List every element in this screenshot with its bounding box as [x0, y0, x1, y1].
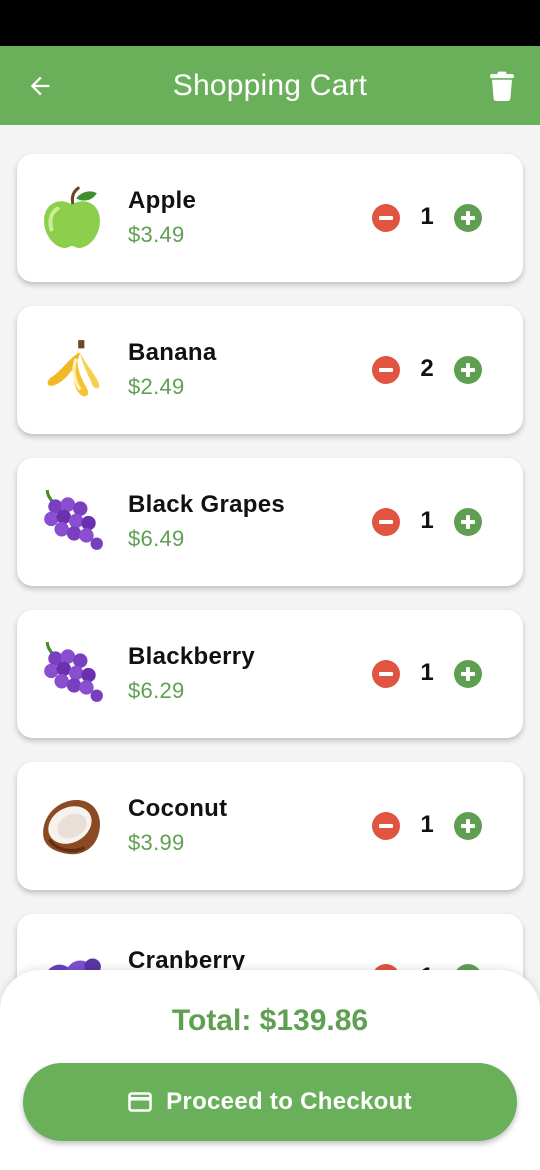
cart-item: Coconut $3.99 1 — [17, 762, 523, 890]
item-name: Blackberry — [128, 643, 256, 670]
item-quantity: 2 — [420, 355, 434, 382]
cart-item: Apple $3.49 1 — [17, 154, 523, 282]
decrement-button[interactable] — [372, 356, 400, 384]
decrement-button[interactable] — [372, 204, 400, 232]
credit-card-icon — [128, 1092, 152, 1112]
increment-button[interactable] — [454, 204, 482, 232]
item-price: $6.49 — [128, 526, 185, 551]
checkout-label: Proceed to Checkout — [166, 1088, 412, 1115]
item-name: Coconut — [128, 795, 228, 822]
item-quantity: 1 — [420, 811, 434, 838]
cart-total: Total: $139.86 — [171, 1004, 369, 1037]
decrement-button[interactable] — [372, 812, 400, 840]
clear-cart-button[interactable] — [482, 66, 522, 106]
status-bar — [0, 0, 540, 46]
increment-button[interactable] — [454, 660, 482, 688]
item-name: Banana — [128, 339, 217, 366]
increment-button[interactable] — [454, 356, 482, 384]
grapes-icon — [44, 641, 103, 702]
decrement-button[interactable] — [372, 660, 400, 688]
item-price: $3.49 — [128, 222, 185, 247]
page-title: Shopping Cart — [172, 68, 368, 102]
item-quantity: 1 — [420, 659, 434, 686]
checkout-button[interactable]: Proceed to Checkout — [23, 1063, 517, 1141]
decrement-button[interactable] — [372, 508, 400, 536]
coconut-icon — [43, 800, 101, 855]
item-name: Black Grapes — [128, 491, 286, 518]
checkout-panel: Total: $139.86 Proceed to Checkout — [0, 970, 540, 1170]
banana-icon — [47, 340, 100, 397]
cart-item: Banana $2.49 2 — [17, 306, 523, 434]
increment-button[interactable] — [454, 812, 482, 840]
item-price: $3.99 — [128, 830, 185, 855]
arrow-left-icon — [30, 76, 50, 96]
grapes-icon — [44, 489, 103, 550]
item-price: $2.49 — [128, 374, 185, 399]
item-price: $6.29 — [128, 678, 185, 703]
app-bar: Shopping Cart — [0, 46, 540, 125]
green-apple-icon — [44, 186, 100, 248]
increment-button[interactable] — [454, 508, 482, 536]
cart-item: Blackberry $6.29 1 — [17, 610, 523, 738]
item-name: Apple — [128, 187, 197, 214]
item-quantity: 1 — [420, 203, 434, 230]
cart-item: Black Grapes $6.49 1 — [17, 458, 523, 586]
item-quantity: 1 — [420, 507, 434, 534]
trash-icon — [490, 71, 514, 101]
back-button[interactable] — [20, 66, 60, 106]
